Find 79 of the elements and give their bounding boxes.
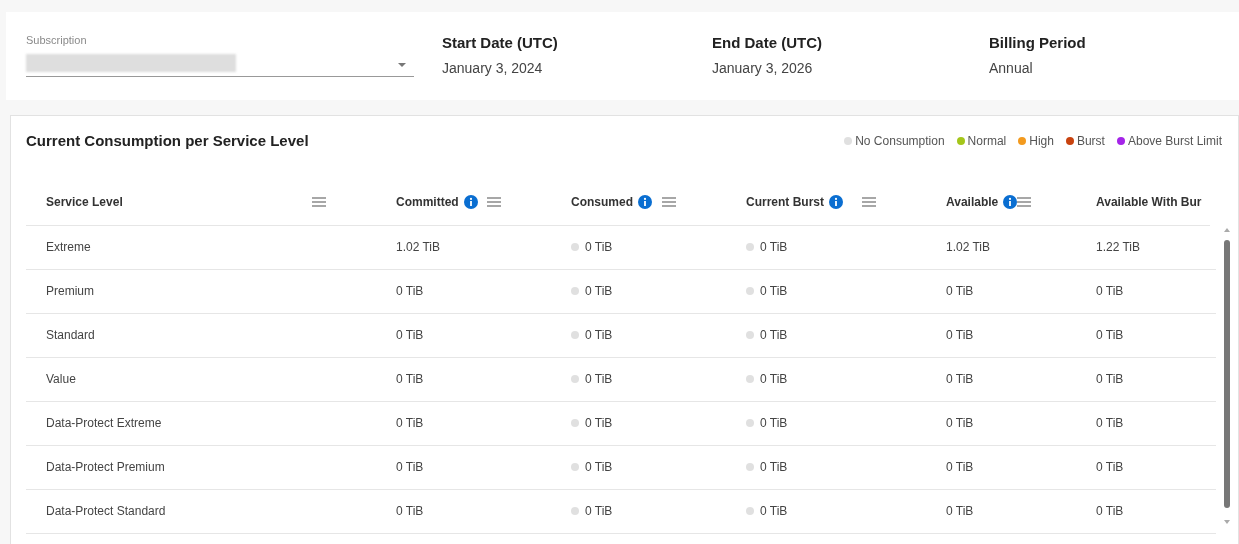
menu-icon[interactable] — [862, 196, 876, 207]
table-cell-text: Data-Protect Standard — [46, 503, 166, 520]
table-cell-text: 0 TiB — [946, 283, 974, 300]
field-value: January 3, 2026 — [712, 58, 814, 78]
table-cell-text: 0 TiB — [585, 239, 613, 256]
table-cell-text: Data-Protect Premium — [46, 459, 165, 476]
table-cell-text: Value — [46, 371, 76, 388]
table-cell-text: 0 TiB — [760, 239, 788, 256]
legend-label: No Consumption — [855, 133, 945, 151]
table-cell-text: 0 TiB — [585, 283, 613, 300]
table-cell-text: Standard — [46, 327, 95, 344]
legend-label: Burst — [1076, 133, 1105, 151]
table-cell-text: 0 TiB — [946, 459, 974, 476]
table-cell-text: 0 TiB — [396, 503, 424, 520]
panel-title: Current Consumption per Service Level — [26, 131, 309, 151]
info-icon[interactable] — [1003, 194, 1018, 209]
table-cell-text: 0 TiB — [760, 415, 788, 432]
table-cell-text: Extreme — [46, 239, 91, 256]
table-cell-text: 0 TiB — [1096, 459, 1124, 476]
table-cell-text: Data-Protect Extreme — [46, 415, 162, 432]
table-cell-text: 0 TiB — [585, 415, 613, 432]
table-cell-text: 0 TiB — [946, 415, 974, 432]
field-value: Annual — [989, 58, 1034, 78]
table-row[interactable]: Extreme 1.02 TiB 0 TiB 0 TiB 1.02 TiB 1.22 TiB — [26, 225, 1216, 270]
table-cell-text: 0 TiB — [1096, 327, 1124, 344]
table-cell-text: 0 TiB — [396, 371, 424, 388]
info-icon[interactable] — [463, 194, 478, 209]
legend-label: High — [1029, 133, 1054, 151]
column-title: Current Burst — [746, 193, 824, 211]
table-cell-text: 0 TiB — [585, 459, 613, 476]
table-row[interactable]: Value 0 TiB 0 TiB 0 TiB 0 TiB 0 TiB — [26, 357, 1216, 402]
column-title: Consumed — [571, 193, 633, 211]
column-title: Committed — [396, 193, 459, 211]
column-title: Available — [946, 193, 999, 211]
table-cell-text: 0 TiB — [760, 283, 788, 300]
table-row[interactable]: Data-Protect Standard 0 TiB 0 TiB 0 TiB 0 TiB 0 TiB — [26, 489, 1216, 534]
menu-icon[interactable] — [487, 196, 501, 207]
caret-icon — [398, 62, 406, 67]
table-cell-text: 0 TiB — [396, 327, 424, 344]
menu-icon[interactable] — [662, 196, 676, 207]
table-row[interactable]: Standard 0 TiB 0 TiB 0 TiB 0 TiB 0 TiB — [26, 313, 1216, 358]
legend-label: Above Burst Limit — [1127, 133, 1222, 151]
table-cell-text: 0 TiB — [946, 503, 974, 520]
field-label: Start Date (UTC) — [442, 33, 559, 53]
table-cell-text: Premium — [46, 283, 94, 300]
field-value: January 3, 2024 — [442, 58, 544, 78]
table-row[interactable]: Data-Protect Extreme 0 TiB 0 TiB 0 TiB 0 TiB 0 TiB — [26, 401, 1216, 446]
table-cell-text: 0 TiB — [1096, 415, 1124, 432]
table-cell-text: 1.02 TiB — [946, 239, 991, 256]
table-cell-text: 0 TiB — [760, 327, 788, 344]
table-cell-text: 0 TiB — [585, 371, 613, 388]
menu-icon[interactable] — [1017, 196, 1032, 207]
table-cell-text: 1.02 TiB — [396, 239, 441, 256]
table-cell-text: 1.22 TiB — [1096, 239, 1141, 256]
table-cell-text: 0 TiB — [760, 371, 788, 388]
field-label: Billing Period — [989, 33, 1087, 53]
table-cell-text: 0 TiB — [585, 503, 613, 520]
table-cell-text: 0 TiB — [946, 327, 974, 344]
column-title: Service Level — [46, 193, 123, 211]
table-cell-text: 0 TiB — [396, 459, 424, 476]
table-cell-text: 0 TiB — [1096, 503, 1124, 520]
legend-label: Normal — [967, 133, 1007, 151]
table-cell-text: 0 TiB — [396, 283, 424, 300]
subscription-dropdown[interactable] — [26, 53, 414, 77]
field-label: End Date (UTC) — [712, 33, 823, 53]
table-cell-text: 0 TiB — [1096, 371, 1124, 388]
table-row[interactable]: Data-Protect Premium 0 TiB 0 TiB 0 TiB 0 TiB 0 TiB — [26, 445, 1216, 490]
table-cell-text: 0 TiB — [760, 459, 788, 476]
table-row[interactable]: Premium 0 TiB 0 TiB 0 TiB 0 TiB 0 TiB — [26, 269, 1216, 314]
field-label: Subscription — [26, 33, 88, 48]
table-cell-text: 0 TiB — [396, 415, 424, 432]
column-title: Available With Bur — [1096, 193, 1202, 211]
table-cell-text: 0 TiB — [946, 371, 974, 388]
table-cell-text: 0 TiB — [1096, 283, 1124, 300]
table-cell-text: 0 TiB — [760, 503, 788, 520]
menu-icon[interactable] — [312, 196, 326, 207]
table-cell-text: 0 TiB — [585, 327, 613, 344]
info-icon[interactable] — [638, 194, 652, 209]
info-icon[interactable] — [829, 194, 843, 209]
